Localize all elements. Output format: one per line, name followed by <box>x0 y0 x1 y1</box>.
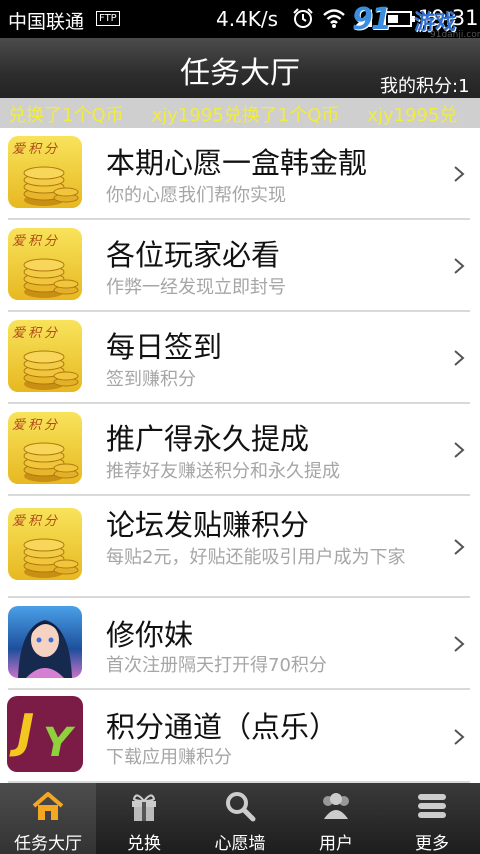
task-title: 修你妹 <box>106 618 194 652</box>
bottom-navigation: 任务大厅 兑换 心愿墙 用户 更多 <box>0 783 480 854</box>
tab-label: 更多 <box>415 834 449 854</box>
coins-icon: 爱积分 <box>8 508 82 580</box>
task-title: 论坛发贴赚积分 <box>106 508 310 542</box>
watermark-number: 91 <box>352 2 392 37</box>
chevron-right-icon <box>454 539 465 555</box>
task-list-item[interactable]: 爱积分 各位玩家必看作弊一经发现立即封号 <box>0 220 480 312</box>
task-title: 各位玩家必看 <box>106 238 281 272</box>
task-title: 本期心愿一盒韩金靓 <box>106 146 368 180</box>
coins-icon: 爱积分 <box>8 320 82 392</box>
tab-users[interactable]: 用户 <box>288 783 384 854</box>
task-description: 你的心愿我们帮你实现 <box>106 185 286 206</box>
jjy-logo-icon: JY <box>7 696 83 772</box>
magnifier-icon <box>226 792 256 822</box>
task-list-item[interactable]: 爱积分 每日签到签到赚积分 <box>0 312 480 404</box>
task-title: 推广得永久提成 <box>106 422 310 456</box>
marquee-segment: 兑换了1个Q币 <box>8 105 124 126</box>
users-icon <box>323 793 349 819</box>
task-list-item[interactable]: 修你妹首次注册隔天打开得70积分 <box>0 598 480 690</box>
exchange-marquee: 兑换了1个Q币 xjy1995兑换了1个Q币 xjy1995兑 <box>0 98 480 128</box>
site-watermark: 91 游戏 91danji.com <box>348 0 480 42</box>
tab-label: 心愿墙 <box>214 834 266 854</box>
chevron-right-icon <box>454 636 465 652</box>
game-girl-icon <box>8 606 82 678</box>
ftp-badge: FTP <box>96 11 120 26</box>
task-description: 作弊一经发现立即封号 <box>106 277 286 298</box>
task-description: 推荐好友赚送积分和永久提成 <box>106 461 340 482</box>
tab-label: 兑换 <box>127 834 161 854</box>
alarm-icon <box>293 8 313 28</box>
gift-icon <box>132 794 156 821</box>
coins-icon: 爱积分 <box>8 228 82 300</box>
tab-home[interactable]: 任务大厅 <box>0 783 96 854</box>
chevron-right-icon <box>454 442 465 458</box>
chevron-right-icon <box>454 350 465 366</box>
chevron-right-icon <box>454 728 465 745</box>
carrier-name: 中国联通 <box>8 11 85 33</box>
menu-icon <box>418 794 446 818</box>
task-title: 积分通道（点乐） <box>106 710 339 744</box>
task-description: 每贴2元，好贴还能吸引用户成为下家 <box>106 547 406 568</box>
title-bar: 任务大厅 我的积分:1 <box>0 38 480 98</box>
task-list-item[interactable]: J Y 积分通道（点乐） 下载应用赚积分 <box>0 690 480 783</box>
watermark-url: 91danji.com <box>430 30 480 40</box>
coins-icon: 爱积分 <box>8 412 82 484</box>
tab-label: 任务大厅 <box>14 834 82 854</box>
task-description: 下载应用赚积分 <box>106 747 232 768</box>
task-list-item[interactable]: 爱积分 论坛发贴赚积分每贴2元，好贴还能吸引用户成为下家 <box>0 496 480 598</box>
network-speed: 4.4K/s <box>216 7 279 31</box>
task-title: 每日签到 <box>106 330 223 364</box>
task-description: 首次注册隔天打开得70积分 <box>106 655 327 676</box>
home-icon <box>32 792 64 820</box>
marquee-text: 兑换了1个Q币 xjy1995兑换了1个Q币 xjy1995兑 <box>8 101 480 127</box>
marquee-segment: xjy1995兑换了1个Q币 <box>151 105 340 126</box>
task-list-item[interactable]: 爱积分 推广得永久提成推荐好友赚送积分和永久提成 <box>0 404 480 496</box>
chevron-right-icon <box>454 166 465 182</box>
wifi-icon <box>323 9 345 28</box>
marquee-segment: xjy1995兑 <box>367 105 458 126</box>
tab-gift[interactable]: 兑换 <box>96 783 192 854</box>
tab-magnifier[interactable]: 心愿墙 <box>192 783 288 854</box>
logo-letter: Y <box>43 720 72 766</box>
task-list[interactable]: 爱积分 本期心愿一盒韩金靓 你的心愿我们帮你实现 爱积分 各位玩家必看 作弊一经发现立即封… <box>0 128 480 783</box>
coins-icon: 爱积分 <box>8 136 82 208</box>
tab-menu[interactable]: 更多 <box>384 783 480 854</box>
task-description: 签到赚积分 <box>106 369 196 390</box>
tab-label: 用户 <box>319 834 353 854</box>
task-list-item[interactable]: 爱积分 本期心愿一盒韩金靓你的心愿我们帮你实现 <box>0 128 480 220</box>
chevron-right-icon <box>454 258 465 274</box>
my-points: 我的积分:1 <box>380 76 470 97</box>
logo-letter: J <box>17 704 35 758</box>
